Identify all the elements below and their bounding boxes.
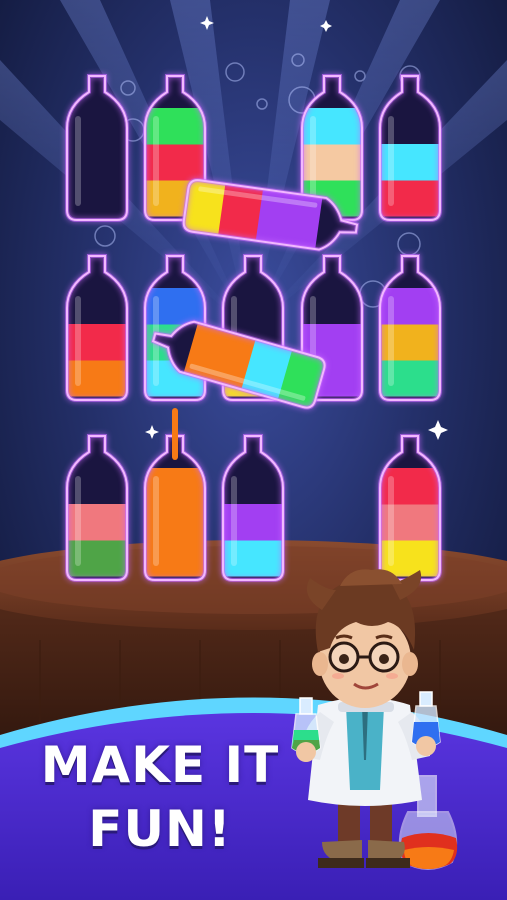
liquid-layer — [302, 108, 362, 145]
pour-stream — [172, 408, 178, 460]
liquid-layer — [380, 144, 440, 181]
liquid-layer — [380, 180, 440, 217]
liquid-layer — [67, 540, 127, 577]
liquid-layer — [67, 360, 127, 397]
liquid-layer — [380, 324, 440, 361]
headline-line-2: FUN! — [88, 800, 232, 858]
liquid-layer — [67, 504, 127, 541]
liquid-layer — [380, 360, 440, 397]
liquid-layer — [145, 468, 205, 505]
liquid-layer — [145, 144, 205, 181]
liquid-layer — [223, 540, 283, 577]
liquid-layer — [67, 324, 127, 361]
liquid-layer — [380, 468, 440, 505]
liquid-layer — [302, 144, 362, 181]
liquid-layer — [145, 504, 205, 541]
liquid-layer — [380, 288, 440, 325]
liquid-layer — [145, 288, 205, 325]
headline-line-1: MAKE IT — [40, 736, 280, 794]
liquid-layer — [380, 504, 440, 541]
liquid-layer — [145, 540, 205, 577]
liquid-layer — [145, 108, 205, 145]
liquid-layer — [223, 504, 283, 541]
